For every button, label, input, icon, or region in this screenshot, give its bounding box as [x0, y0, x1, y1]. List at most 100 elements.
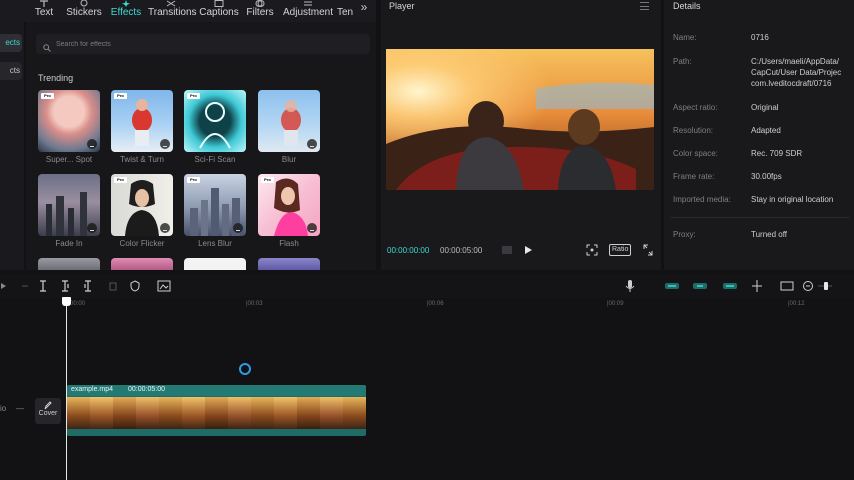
effect-card[interactable]: Blur — [258, 90, 320, 164]
search-input[interactable] — [56, 34, 356, 54]
effect-caption: Sci-Fi Scan — [194, 155, 236, 164]
more-tabs-icon[interactable]: » — [356, 0, 372, 14]
delete-right-icon[interactable] — [83, 279, 93, 293]
detail-label: Resolution: — [673, 126, 714, 135]
preview-axis-icon[interactable] — [750, 279, 764, 293]
effect-card[interactable]: Pro Twist & Turn — [111, 90, 173, 164]
track-options-icon[interactable]: — — [16, 404, 24, 413]
track-label: io — [0, 404, 7, 413]
tab-templates[interactable]: Ten — [336, 0, 354, 22]
clip-frame — [90, 397, 113, 429]
tab-label: Ten — [336, 7, 354, 18]
zoom-out-icon[interactable] — [802, 279, 814, 293]
detail-label: Name: — [673, 33, 697, 42]
ruler-mark: |00:06 — [427, 301, 444, 307]
effect-thumbnail-partial[interactable] — [184, 258, 246, 270]
linkage-icon[interactable] — [722, 279, 738, 293]
current-timecode: 00:00:00:00 — [387, 246, 430, 255]
clip-duration: 00:00:05:00 — [128, 386, 165, 393]
pro-badge: Pro — [114, 93, 127, 99]
pro-badge: Pro — [187, 93, 200, 99]
select-tool-icon[interactable] — [0, 279, 8, 293]
clip-frame — [228, 397, 251, 429]
ruler-mark: |00:03 — [246, 301, 263, 307]
details-title: Details — [673, 1, 701, 11]
playhead[interactable] — [66, 298, 67, 480]
download-icon[interactable] — [87, 223, 97, 233]
menu-icon[interactable] — [640, 2, 649, 10]
clip-name: example.mp4 — [71, 386, 114, 393]
delete-left-icon[interactable] — [60, 279, 70, 293]
tab-text[interactable]: Text — [30, 0, 58, 22]
pencil-icon — [35, 398, 61, 410]
ratio-button[interactable]: Ratio — [609, 243, 631, 257]
clip-frame — [320, 397, 343, 429]
effects-search — [36, 34, 370, 54]
video-preview — [386, 49, 654, 190]
effect-card[interactable]: Pro Flash — [258, 174, 320, 248]
pro-badge: Pro — [261, 177, 274, 183]
effect-card[interactable]: Pro Sci-Fi Scan — [184, 90, 246, 164]
timeline-toolbar — [0, 274, 854, 298]
delete-icon[interactable] — [108, 279, 118, 293]
detail-value: C:/Users/maeli/AppData/ CapCut/User Data… — [751, 57, 842, 88]
tab-captions[interactable]: Captions — [199, 0, 239, 22]
effect-card[interactable]: Pro Lens Blur — [184, 174, 246, 248]
tab-adjustment[interactable]: Adjustment — [282, 0, 334, 22]
detail-value: Stay in original location — [751, 195, 834, 204]
effect-thumbnail-partial[interactable] — [111, 258, 173, 270]
effect-thumbnail-partial[interactable] — [258, 258, 320, 270]
details-divider — [671, 217, 849, 218]
effect-card[interactable]: Pro Super... Spot — [38, 90, 100, 164]
timeline-ruler[interactable]: 00:00 |00:03 |00:06 |00:09 |00:12 — [0, 298, 854, 312]
tab-stickers[interactable]: Stickers — [64, 0, 104, 22]
transitions-icon — [148, 0, 194, 7]
zoom-fit-icon[interactable] — [780, 279, 794, 293]
cursor-indicator — [239, 363, 251, 375]
microphone-icon[interactable] — [625, 279, 635, 293]
rail-item-effects[interactable]: ects — [0, 34, 22, 52]
template-icon — [336, 0, 354, 7]
main-track-magnet-icon[interactable] — [664, 279, 680, 293]
tab-label: Stickers — [66, 7, 102, 18]
detail-label: Color space: — [673, 149, 718, 158]
play-icon[interactable] — [522, 243, 534, 257]
download-icon[interactable] — [160, 223, 170, 233]
download-icon[interactable] — [160, 139, 170, 149]
effect-card[interactable]: Fade In — [38, 174, 100, 248]
effect-thumbnail — [258, 90, 320, 152]
detail-label: Proxy: — [673, 230, 696, 239]
playhead-handle[interactable] — [62, 297, 71, 306]
detail-label: Imported media: — [673, 195, 731, 204]
shield-icon[interactable] — [130, 279, 140, 293]
timeline-view-icon[interactable] — [500, 243, 514, 257]
details-panel: Details Name: 0716 Path: C:/Users/maeli/… — [664, 0, 854, 270]
fullscreen-crop-icon[interactable] — [585, 243, 599, 257]
effect-thumbnail: Pro — [184, 90, 246, 152]
download-icon[interactable] — [307, 223, 317, 233]
split-icon[interactable] — [38, 279, 48, 293]
download-icon[interactable] — [307, 139, 317, 149]
tab-label: Transitions — [148, 7, 197, 18]
download-icon[interactable] — [87, 139, 97, 149]
detail-value: 30.00fps — [751, 172, 782, 181]
fullscreen-icon[interactable] — [642, 243, 654, 257]
effect-caption: Color Flicker — [119, 239, 165, 248]
auto-snap-icon[interactable] — [692, 279, 708, 293]
undo-icon[interactable] — [20, 279, 30, 293]
filters-icon — [245, 0, 275, 7]
effect-card[interactable]: Pro Color Flicker — [111, 174, 173, 248]
total-timecode: 00:00:05:00 — [440, 246, 483, 255]
zoom-slider[interactable] — [818, 279, 832, 293]
download-icon[interactable] — [233, 223, 243, 233]
detail-label: Aspect ratio: — [673, 103, 718, 112]
tab-transitions[interactable]: Transitions — [148, 0, 197, 22]
video-clip[interactable]: example.mp4 00:00:05:00 — [67, 385, 366, 436]
image-edit-icon[interactable] — [157, 279, 171, 293]
rail-item-body-effects[interactable]: cts — [0, 62, 22, 80]
tab-label: Text — [34, 7, 54, 18]
tab-filters[interactable]: Filters — [245, 0, 275, 22]
cover-button[interactable]: Cover — [35, 398, 61, 424]
tab-effects[interactable]: Effects — [108, 0, 144, 22]
effect-thumbnail-partial[interactable] — [38, 258, 100, 270]
